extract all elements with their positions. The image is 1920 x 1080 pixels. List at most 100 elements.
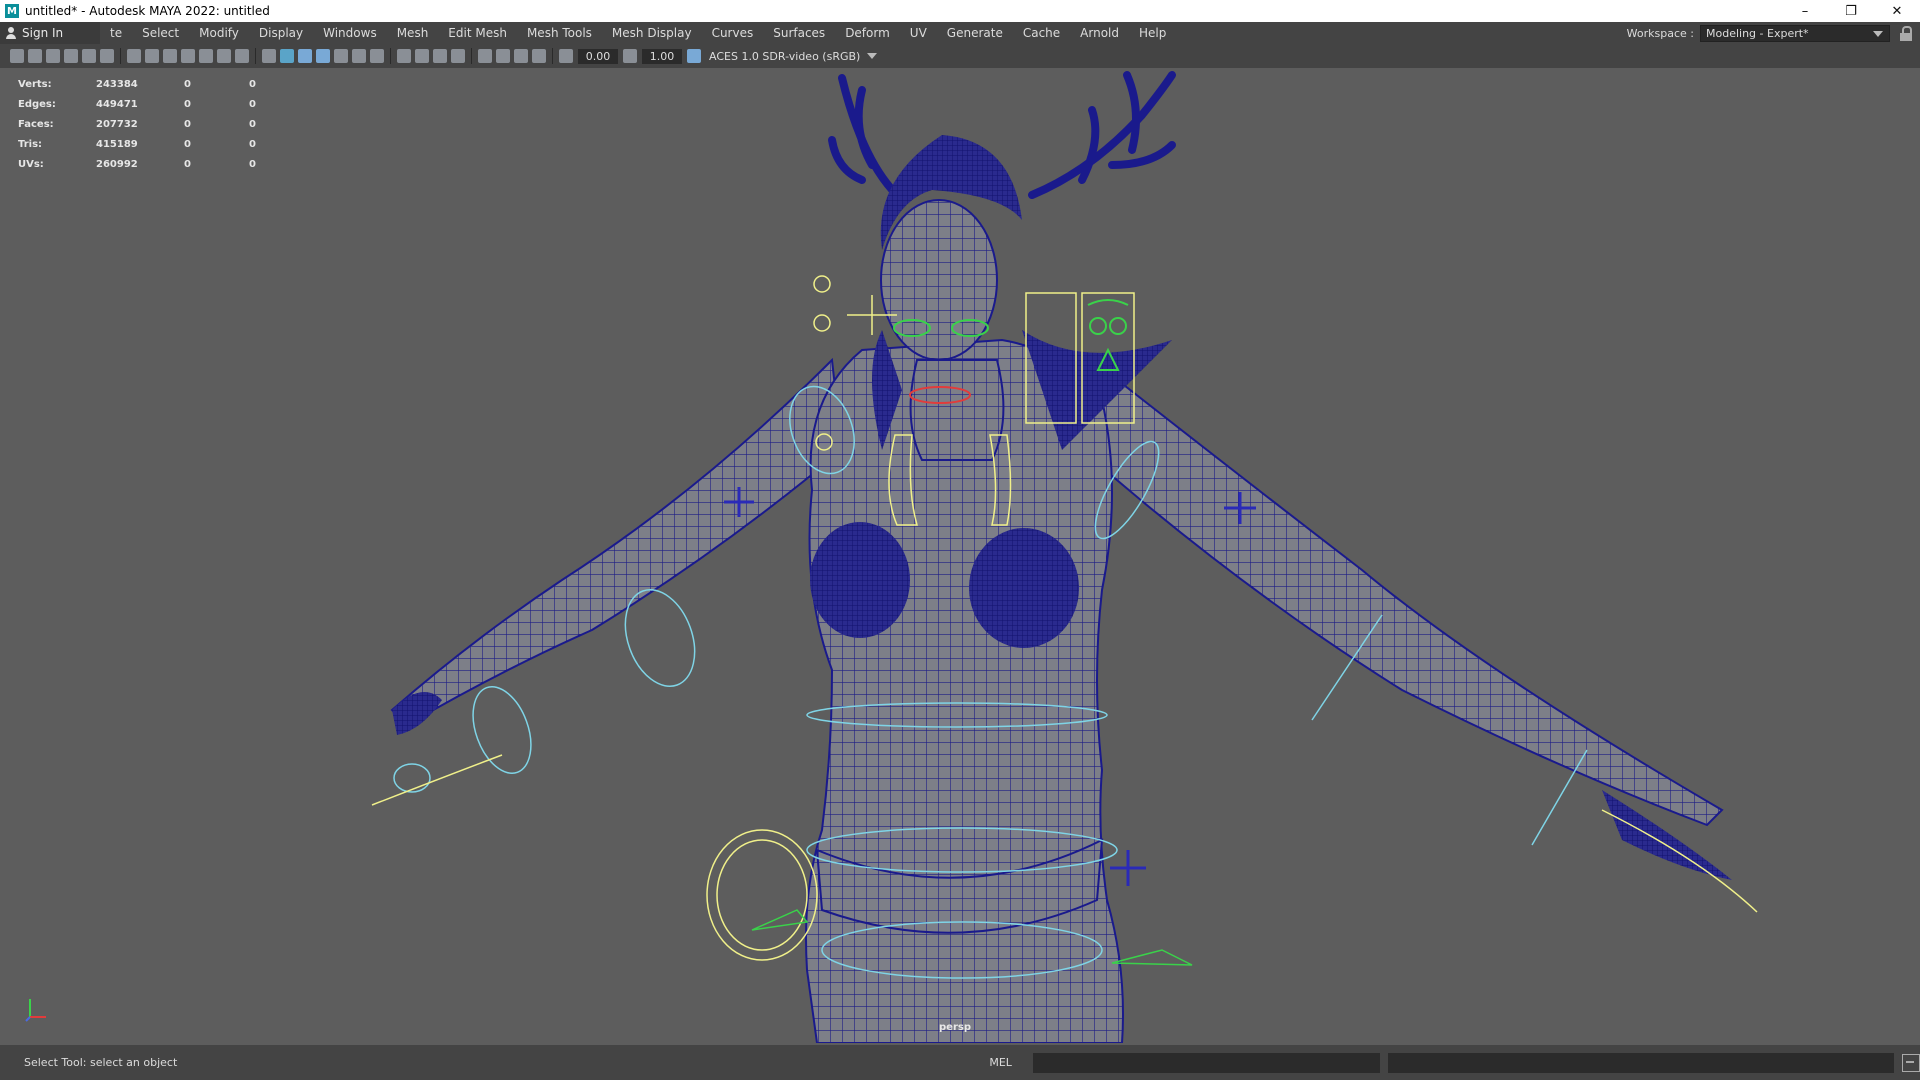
smooth-shade-icon[interactable]	[280, 49, 294, 63]
menu-arnold[interactable]: Arnold	[1070, 22, 1129, 44]
menu-items: te Select Modify Display Windows Mesh Ed…	[100, 22, 1176, 44]
safe-action-icon[interactable]	[217, 49, 231, 63]
menu-mesh-display[interactable]: Mesh Display	[602, 22, 702, 44]
lock-icon[interactable]	[1900, 26, 1912, 41]
shadows-icon[interactable]	[370, 49, 384, 63]
default-material-icon[interactable]	[298, 49, 312, 63]
hud-label: Faces:	[18, 118, 54, 130]
camera-name-label: persp	[939, 1022, 971, 1033]
wireframe-on-shaded-icon[interactable]	[316, 49, 330, 63]
gate-mask-icon[interactable]	[181, 49, 195, 63]
textured-icon[interactable]	[334, 49, 348, 63]
view-transform-dropdown[interactable]: ACES 1.0 SDR-video (sRGB)	[703, 48, 881, 64]
anti-aliasing-icon[interactable]	[433, 49, 447, 63]
command-language-toggle[interactable]: MEL	[976, 1056, 1026, 1069]
menu-curves[interactable]: Curves	[702, 22, 764, 44]
minimize-button[interactable]: –	[1782, 0, 1828, 22]
hud-label: Tris:	[18, 138, 43, 150]
menu-surfaces[interactable]: Surfaces	[763, 22, 835, 44]
hud-component: 0	[249, 118, 256, 130]
menu-deform[interactable]: Deform	[835, 22, 900, 44]
restore-icon: ❐	[1845, 3, 1857, 19]
menu-generate[interactable]: Generate	[937, 22, 1013, 44]
menu-help[interactable]: Help	[1129, 22, 1176, 44]
sign-in-label: Sign In	[22, 26, 64, 40]
main-menu-bar: Sign In te Select Modify Display Windows…	[0, 22, 1920, 44]
viewport-persp[interactable]: Verts: 243384 0 0 Edges: 449471 0 0 Face…	[2, 70, 1918, 1043]
exposure-field[interactable]: 0.00	[578, 48, 618, 64]
xray-components-icon[interactable]	[532, 49, 546, 63]
motion-blur-icon[interactable]	[415, 49, 429, 63]
hud-label: Verts:	[18, 78, 52, 90]
scene-render	[371, 71, 1758, 1043]
chest-right	[969, 528, 1079, 648]
xray-joints-icon[interactable]	[514, 49, 528, 63]
exposure-icon[interactable]	[559, 49, 573, 63]
xray-icon[interactable]	[496, 49, 510, 63]
script-editor-icon[interactable]	[1902, 1053, 1920, 1072]
film-gate-icon[interactable]	[145, 49, 159, 63]
status-bar: Select Tool: select an object MEL	[0, 1045, 1920, 1080]
menu-select[interactable]: Select	[132, 22, 189, 44]
hud-component: 0	[249, 158, 256, 170]
command-line-input[interactable]	[1033, 1052, 1381, 1073]
camera-select-icon[interactable]	[10, 49, 24, 63]
chest-left	[810, 522, 910, 638]
command-result-field	[1388, 1052, 1895, 1073]
restore-button[interactable]: ❐	[1828, 0, 1874, 22]
poly-count-hud: Verts: 243384 0 0 Edges: 449471 0 0 Face…	[18, 74, 314, 174]
hud-selected: 0	[184, 138, 191, 150]
hud-selected: 0	[184, 118, 191, 130]
hud-value: 243384	[96, 78, 138, 90]
window-title: untitled* - Autodesk MAYA 2022: untitled	[25, 4, 270, 18]
close-button[interactable]: ✕	[1874, 0, 1920, 22]
toolbar-separator	[552, 48, 553, 64]
field-chart-icon[interactable]	[199, 49, 213, 63]
hud-value: 260992	[96, 158, 138, 170]
toolbar-separator	[120, 48, 121, 64]
depth-of-field-icon[interactable]	[451, 49, 465, 63]
menu-modify[interactable]: Modify	[189, 22, 249, 44]
hud-value: 415189	[96, 138, 138, 150]
isolate-select-icon[interactable]	[478, 49, 492, 63]
workspace-dropdown[interactable]: Modeling - Expert*	[1700, 24, 1890, 42]
resolution-gate-icon[interactable]	[163, 49, 177, 63]
neck	[909, 359, 1005, 461]
hud-value: 449471	[96, 98, 138, 110]
window-controls: – ❐ ✕	[1782, 0, 1920, 22]
use-all-lights-icon[interactable]	[352, 49, 366, 63]
right-arm	[1080, 358, 1724, 827]
left-hand	[392, 692, 442, 735]
gamma-icon[interactable]	[623, 49, 637, 63]
minimize-icon: –	[1801, 3, 1809, 19]
sign-in-button[interactable]: Sign In	[0, 22, 100, 44]
workspace-value: Modeling - Expert*	[1706, 26, 1809, 40]
menu-windows[interactable]: Windows	[313, 22, 387, 44]
menu-display[interactable]: Display	[249, 22, 313, 44]
grid-icon[interactable]	[127, 49, 141, 63]
wireframe-icon[interactable]	[262, 49, 276, 63]
menu-cache[interactable]: Cache	[1013, 22, 1070, 44]
workspace-label: Workspace :	[1626, 26, 1694, 40]
gamma-field[interactable]: 1.00	[642, 48, 682, 64]
user-icon	[6, 27, 16, 39]
camera-attributes-icon[interactable]	[28, 49, 42, 63]
color-management-icon[interactable]	[687, 49, 701, 63]
maya-app-icon: M	[5, 4, 19, 18]
hud-row: Faces: 207732 0 0	[18, 114, 314, 134]
grease-pencil-icon[interactable]	[100, 49, 114, 63]
menu-uv[interactable]: UV	[900, 22, 937, 44]
safe-title-icon[interactable]	[235, 49, 249, 63]
image-plane-icon[interactable]	[64, 49, 78, 63]
menu-mesh[interactable]: Mesh	[387, 22, 439, 44]
hud-component: 0	[249, 78, 256, 90]
2d-pan-zoom-icon[interactable]	[82, 49, 96, 63]
menu-edit-mesh[interactable]: Edit Mesh	[438, 22, 517, 44]
ambient-occlusion-icon[interactable]	[397, 49, 411, 63]
hud-row: Verts: 243384 0 0	[18, 74, 314, 94]
menu-mesh-tools[interactable]: Mesh Tools	[517, 22, 602, 44]
menu-file[interactable]: te	[100, 22, 132, 44]
bookmark-icon[interactable]	[46, 49, 60, 63]
hud-component: 0	[249, 138, 256, 150]
toolbar-separator	[471, 48, 472, 64]
